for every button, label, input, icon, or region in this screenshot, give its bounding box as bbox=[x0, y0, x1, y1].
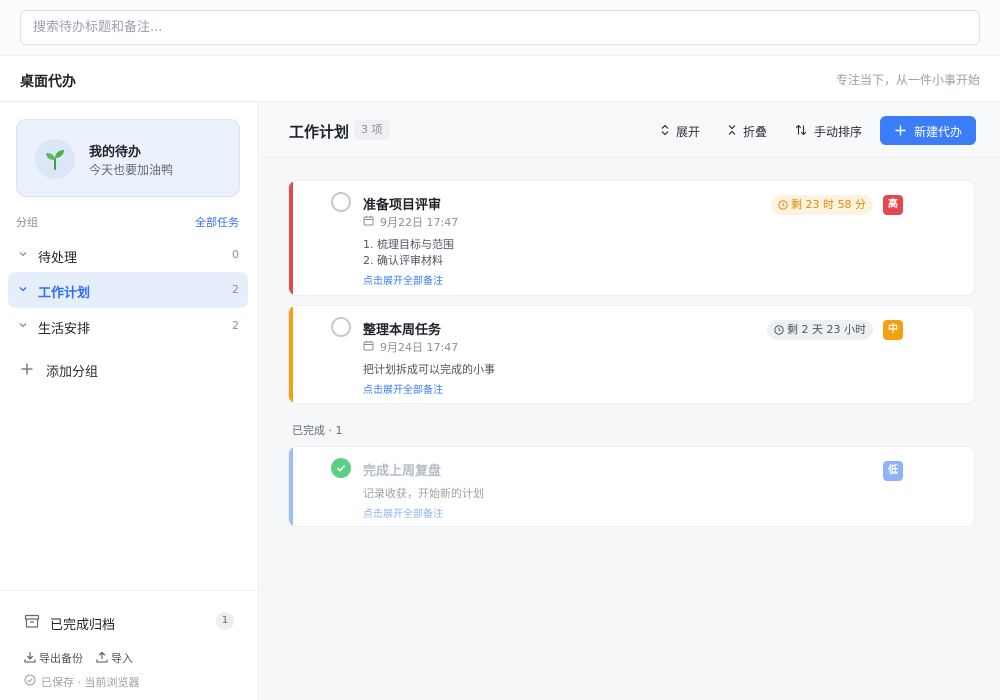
search-bar bbox=[0, 0, 1000, 56]
upload-icon bbox=[96, 651, 108, 663]
task-note-line: 2. 确认评审材料 bbox=[363, 254, 443, 267]
archive-button[interactable]: 已完成归档 1 bbox=[16, 609, 242, 635]
complete-checkbox[interactable] bbox=[331, 317, 351, 337]
task-title[interactable]: 完成上周复盘 bbox=[363, 460, 441, 479]
expand-notes-link[interactable]: 点击展开全部备注 bbox=[363, 505, 443, 520]
priority-badge: 中 bbox=[883, 320, 903, 340]
task-count-badge: 3 项 bbox=[354, 120, 390, 140]
collapse-all-button[interactable]: 折叠 bbox=[727, 122, 771, 140]
checkmark-icon bbox=[336, 465, 346, 472]
time-remaining-badge: 剩 2 天 23 小时 bbox=[767, 320, 873, 340]
collapse-label: 折叠 bbox=[743, 125, 768, 139]
profile-subtitle: 今天也要加油鸭 bbox=[89, 163, 174, 177]
sidebar-item-label: 待处理 bbox=[38, 251, 78, 266]
download-icon bbox=[24, 652, 36, 663]
priority-bar bbox=[289, 181, 293, 295]
calendar-icon bbox=[363, 340, 374, 351]
task-card[interactable]: 准备项目评审 9月22日 17:47 1. 梳理目标与范围 2. 确认评审材料 … bbox=[288, 180, 975, 296]
task-due-date: 9月22日 17:47 bbox=[363, 214, 523, 229]
check-circle-icon bbox=[24, 674, 36, 686]
priority-badge: 低 bbox=[883, 461, 903, 481]
sidebar-item-label: 工作计划 bbox=[38, 286, 91, 301]
clock-icon bbox=[778, 200, 788, 210]
sidebar-item-count: 2 bbox=[232, 283, 239, 296]
complete-checkbox[interactable] bbox=[331, 192, 351, 212]
chevron-down-icon bbox=[19, 287, 27, 292]
sort-icon bbox=[795, 124, 807, 136]
complete-checkbox[interactable] bbox=[331, 458, 351, 478]
archive-icon bbox=[24, 614, 40, 628]
clock-icon bbox=[774, 325, 784, 335]
search-input[interactable] bbox=[20, 10, 980, 45]
chevron-down-icon bbox=[19, 252, 27, 257]
all-tasks-link[interactable]: 全部任务 bbox=[195, 214, 239, 230]
page-title: 工作计划 bbox=[289, 123, 350, 141]
sidebar-item-label: 生活安排 bbox=[38, 322, 91, 337]
app-slogan: 专注当下，从一件小事开始 bbox=[835, 73, 980, 87]
calendar-icon bbox=[363, 215, 374, 226]
expand-notes-link[interactable]: 点击展开全部备注 bbox=[363, 381, 443, 396]
sprout-icon bbox=[35, 139, 75, 179]
new-task-button[interactable]: 新建代办 bbox=[880, 116, 976, 145]
task-note-line: 把计划拆成可以完成的小事 bbox=[363, 363, 495, 376]
archive-count-badge: 1 bbox=[216, 612, 234, 630]
time-remaining-text: 剩 2 天 23 小时 bbox=[787, 323, 866, 336]
app-header: 桌面代办 专注当下，从一件小事开始 bbox=[0, 57, 1000, 102]
add-group-label: 添加分组 bbox=[46, 365, 99, 380]
sort-label: 手动排序 bbox=[814, 125, 863, 139]
manual-sort-button[interactable]: 手动排序 bbox=[795, 122, 865, 140]
task-due-date-text: 9月22日 17:47 bbox=[380, 216, 459, 229]
app-title: 桌面代办 bbox=[20, 74, 76, 90]
completed-section-label: 已完成 · 1 bbox=[292, 424, 343, 437]
main-panel: 工作计划 3 项 展开 折叠 手动排序 新建代办 准备项目评审 9月22日 17… bbox=[260, 103, 1000, 700]
archive-label: 已完成归档 bbox=[50, 618, 116, 633]
expand-all-button[interactable]: 展开 bbox=[660, 122, 704, 140]
export-button[interactable]: 导出备份 bbox=[24, 649, 88, 667]
task-note-line: 记录收获，开始新的计划 bbox=[363, 487, 484, 500]
save-status: 已保存 · 当前浏览器 bbox=[24, 673, 224, 689]
priority-bar bbox=[289, 306, 293, 403]
sidebar-item-work-plan[interactable]: 工作计划 2 bbox=[8, 272, 248, 308]
task-note-line: 1. 梳理目标与范围 bbox=[363, 238, 454, 251]
add-group-button[interactable]: 添加分组 bbox=[20, 359, 240, 383]
expand-notes-link[interactable]: 点击展开全部备注 bbox=[363, 272, 443, 287]
sidebar-item-life[interactable]: 生活安排 2 bbox=[8, 308, 248, 344]
task-due-date-text: 9月24日 17:47 bbox=[380, 341, 459, 354]
chevron-down-icon bbox=[19, 323, 27, 328]
priority-badge: 高 bbox=[883, 195, 903, 215]
sidebar-item-count: 0 bbox=[232, 248, 239, 261]
plus-icon bbox=[21, 363, 33, 375]
profile-card: 我的待办 今天也要加油鸭 bbox=[16, 119, 240, 197]
expand-label: 展开 bbox=[676, 125, 701, 139]
task-title[interactable]: 准备项目评审 bbox=[363, 194, 441, 213]
time-remaining-badge: 剩 23 时 58 分 bbox=[771, 195, 873, 215]
sidebar-footer: 已完成归档 1 导出备份 导入 已保存 · 当前浏览器 bbox=[0, 590, 258, 700]
sidebar-item-pending[interactable]: 待处理 0 bbox=[8, 237, 248, 273]
main-header: 工作计划 3 项 展开 折叠 手动排序 新建代办 bbox=[260, 103, 1000, 158]
profile-name: 我的待办 bbox=[89, 145, 142, 160]
task-card[interactable]: 整理本周任务 9月24日 17:47 把计划拆成可以完成的小事 点击展开全部备注… bbox=[288, 305, 975, 404]
sidebar-item-count: 2 bbox=[232, 319, 239, 332]
sidebar: 我的待办 今天也要加油鸭 分组 全部任务 待处理 0 工作计划 2 生活安排 2… bbox=[0, 103, 259, 700]
collapse-icon bbox=[728, 125, 736, 135]
save-status-label: 已保存 · 当前浏览器 bbox=[41, 676, 140, 689]
priority-bar bbox=[289, 447, 293, 526]
plus-icon bbox=[895, 125, 906, 136]
task-card-completed[interactable]: 完成上周复盘 记录收获，开始新的计划 点击展开全部备注 低 bbox=[288, 446, 975, 527]
import-label: 导入 bbox=[111, 652, 133, 665]
export-label: 导出备份 bbox=[39, 652, 83, 665]
import-button[interactable]: 导入 bbox=[96, 649, 140, 667]
new-task-label: 新建代办 bbox=[914, 125, 963, 139]
task-title[interactable]: 整理本周任务 bbox=[363, 319, 441, 338]
task-due-date: 9月24日 17:47 bbox=[363, 339, 523, 354]
expand-icon bbox=[661, 124, 669, 136]
time-remaining-text: 剩 23 时 58 分 bbox=[791, 198, 866, 211]
groups-label: 分组 bbox=[16, 216, 38, 229]
